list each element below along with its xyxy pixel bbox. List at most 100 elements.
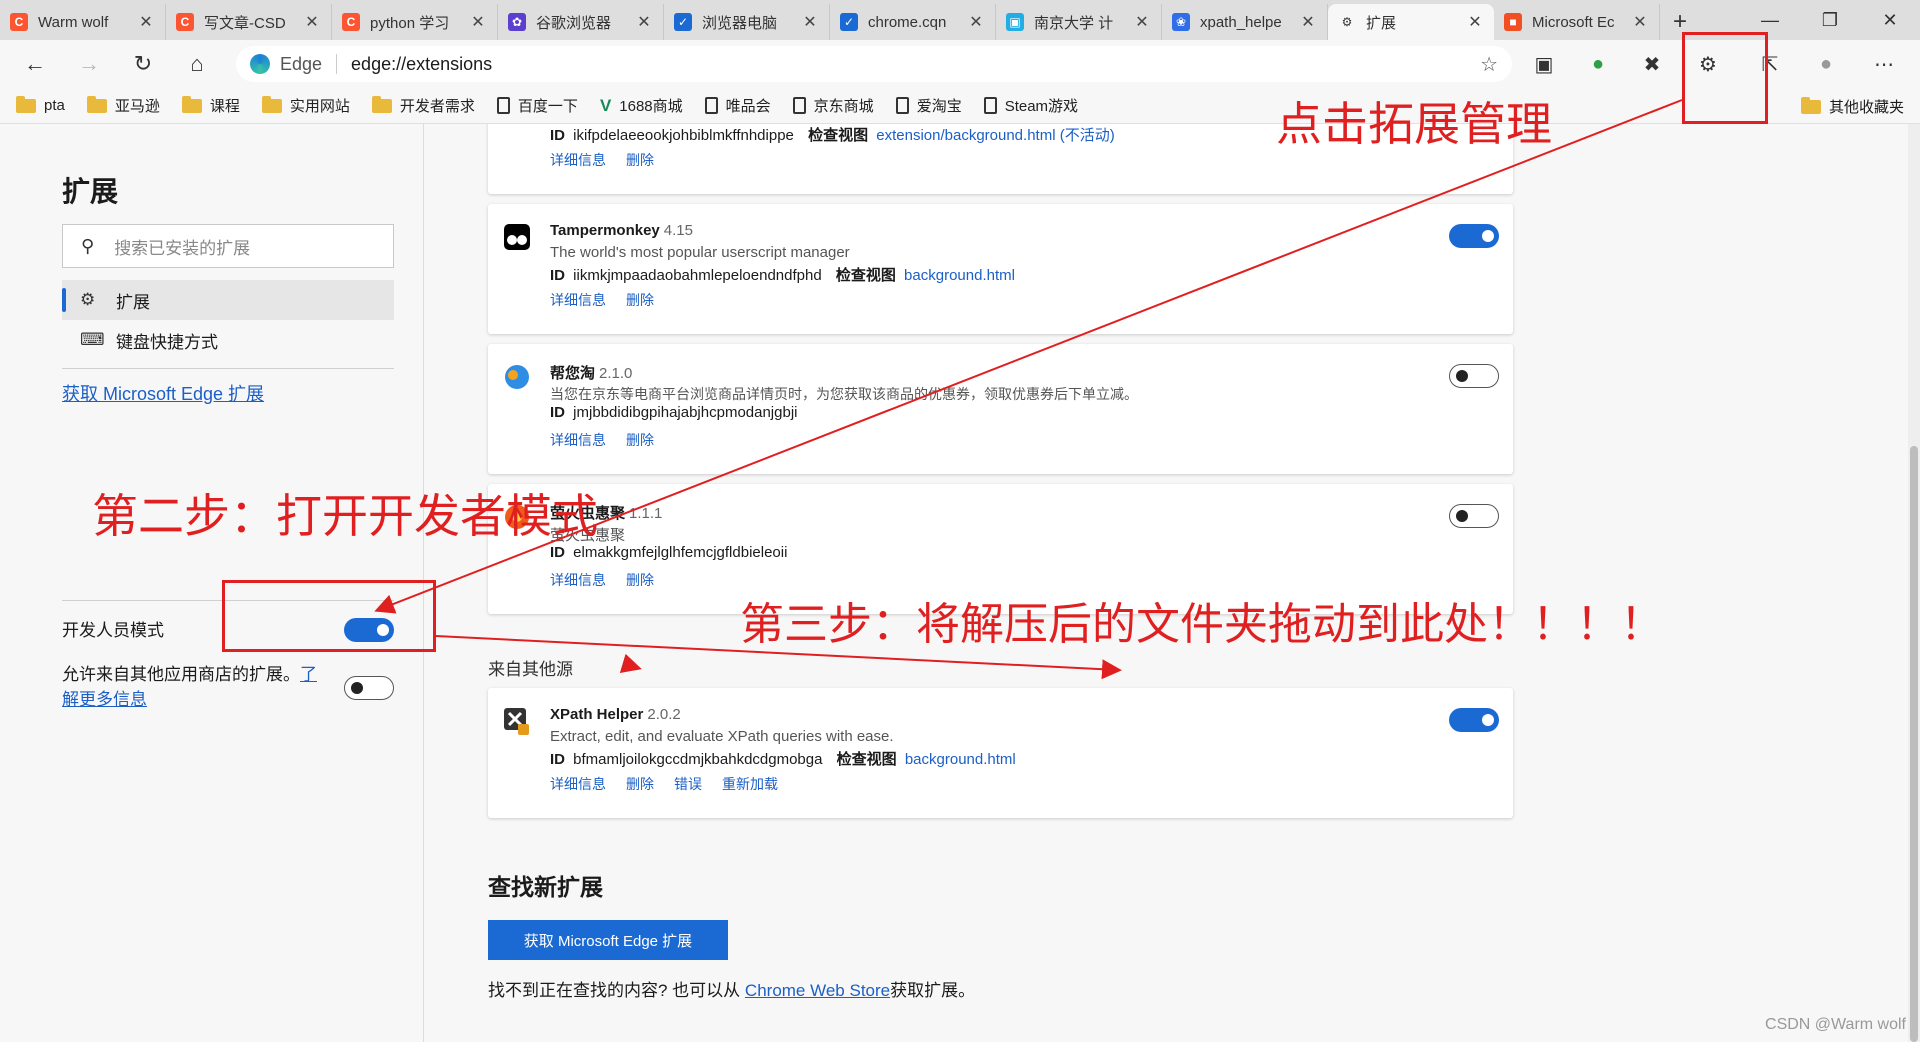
browser-tab[interactable]: C 写文章-CSD ✕ bbox=[166, 4, 332, 40]
close-tab-icon[interactable]: ✕ bbox=[1299, 12, 1317, 32]
chrome-web-store-link[interactable]: Chrome Web Store bbox=[745, 981, 890, 1000]
search-input[interactable]: ⚲ 搜索已安装的扩展 bbox=[62, 224, 394, 268]
baidu-icon: ❀ bbox=[1172, 13, 1190, 31]
close-tab-icon[interactable]: ✕ bbox=[469, 12, 487, 32]
browser-tab[interactable]: ⚙ 扩展 ✕ bbox=[1328, 4, 1494, 40]
sidebar-item-keyboard-shortcuts[interactable]: ⌨ 键盘快捷方式 bbox=[62, 320, 394, 360]
inspect-link[interactable]: extension/background.html (不活动) bbox=[876, 127, 1114, 144]
details-link[interactable]: 详细信息 bbox=[550, 290, 606, 310]
extension-id: bfmamljoilokgccdmjkbahkdcdgmobga bbox=[573, 751, 823, 768]
get-extensions-link[interactable]: 获取 Microsoft Edge 扩展 bbox=[62, 380, 264, 406]
errors-link[interactable]: 错误 bbox=[674, 774, 702, 794]
annotation-step2: 第二步：打开开发者模式 bbox=[92, 489, 598, 543]
bookmark-label: 亚马逊 bbox=[114, 98, 160, 115]
address-brand: Edge bbox=[280, 53, 323, 74]
back-icon[interactable]: ← bbox=[8, 40, 62, 88]
details-link[interactable]: 详细信息 bbox=[550, 430, 606, 450]
browser-tab[interactable]: Cpython 学习 ✕ bbox=[332, 4, 498, 40]
extension-name: 帮您淘 2.1.0 bbox=[550, 362, 632, 383]
close-tab-icon[interactable]: ✕ bbox=[635, 12, 653, 32]
id-label: ID bbox=[550, 751, 565, 768]
collections-icon[interactable]: ▣ bbox=[1526, 46, 1562, 82]
get-edge-extensions-button[interactable]: 获取 Microsoft Edge 扩展 bbox=[488, 920, 728, 960]
extension-toggle[interactable] bbox=[1449, 224, 1499, 248]
extension-version: 2.1.0 bbox=[599, 365, 633, 382]
close-tab-icon[interactable]: ✕ bbox=[137, 12, 155, 32]
xpath-helper-logo-icon bbox=[502, 706, 532, 736]
close-tab-icon[interactable]: ✕ bbox=[1466, 12, 1484, 32]
browser-tab[interactable]: ✿ 谷歌浏览器 ✕ bbox=[498, 4, 664, 40]
bookmark-item[interactable]: 开发者需求 bbox=[371, 95, 475, 116]
reload-link[interactable]: 重新加载 bbox=[722, 774, 778, 794]
main-content: ID ikifpdelaeeookjohbiblmkffnhdippe 检查视图… bbox=[425, 124, 1920, 1042]
close-tab-icon[interactable]: ✕ bbox=[1133, 12, 1151, 32]
remove-link[interactable]: 删除 bbox=[626, 570, 654, 590]
bookmark-label: pta bbox=[44, 97, 65, 114]
bookmark-item[interactable]: 百度一下 bbox=[496, 95, 578, 116]
bookmark-item[interactable]: 爱淘宝 bbox=[895, 95, 962, 116]
tab-label: python 学习 bbox=[370, 14, 450, 32]
remove-link[interactable]: 删除 bbox=[626, 150, 654, 170]
navigation-bar: ← → ↻ ⌂ Edge edge://extensions ☆ ▣ ● ✖ ⚙… bbox=[0, 40, 1920, 88]
search-placeholder: 搜索已安装的扩展 bbox=[114, 238, 251, 258]
bookmark-item[interactable]: Steam游戏 bbox=[983, 95, 1078, 116]
tab-strip: C Warm wolf ✕ C 写文章-CSD ✕ Cpython 学习 ✕ ✿ 谷歌浏览器 ✕ ✓ 浏… bbox=[0, 0, 1920, 40]
bookmark-item[interactable]: 京东商城 bbox=[792, 95, 874, 116]
remove-link[interactable]: 删除 bbox=[626, 290, 654, 310]
extension-toggle[interactable] bbox=[1449, 708, 1499, 732]
scrollbar[interactable] bbox=[1908, 124, 1920, 1042]
extension-toggle[interactable] bbox=[1449, 504, 1499, 528]
more-menu-icon[interactable]: ⋯ bbox=[1866, 46, 1902, 82]
inspect-link[interactable]: background.html bbox=[905, 751, 1016, 768]
browser-tab[interactable]: ✓ 浏览器电脑 ✕ bbox=[664, 4, 830, 40]
bookmark-label: 实用网站 bbox=[289, 98, 350, 115]
extension-toggle[interactable] bbox=[1449, 364, 1499, 388]
remove-link[interactable]: 删除 bbox=[626, 430, 654, 450]
allow-other-stores-toggle[interactable] bbox=[344, 676, 394, 700]
browser-tab[interactable]: ▣ 南京大学 计 ✕ bbox=[996, 4, 1162, 40]
browser-tab[interactable]: ✓ chrome.cqn ✕ bbox=[830, 4, 996, 40]
bookmark-item[interactable]: 亚马逊 bbox=[86, 95, 160, 116]
green-extension-icon[interactable]: ● bbox=[1580, 46, 1616, 82]
browser-tab[interactable]: ❀ xpath_helpe ✕ bbox=[1162, 4, 1328, 40]
close-tab-icon[interactable]: ✕ bbox=[801, 12, 819, 32]
sidebar-item-extensions[interactable]: ⚙ 扩展 bbox=[62, 280, 394, 320]
remove-link[interactable]: 删除 bbox=[626, 774, 654, 794]
address-bar[interactable]: Edge edge://extensions ☆ bbox=[236, 46, 1512, 82]
address-url[interactable]: edge://extensions bbox=[351, 54, 492, 75]
folder-icon bbox=[261, 95, 282, 113]
not-found-after: 获取扩展。 bbox=[890, 981, 976, 1000]
close-tab-icon[interactable]: ✕ bbox=[1631, 12, 1649, 32]
refresh-icon[interactable]: ↻ bbox=[116, 40, 170, 88]
other-favorites[interactable]: 其他收藏夹 bbox=[1800, 96, 1904, 117]
xpath-extension-icon[interactable]: ✖ bbox=[1634, 46, 1670, 82]
vip-icon: V bbox=[599, 95, 612, 115]
address-divider bbox=[336, 54, 338, 74]
details-link[interactable]: 详细信息 bbox=[550, 150, 606, 170]
close-window-button[interactable]: ✕ bbox=[1860, 0, 1920, 40]
forward-icon[interactable]: → bbox=[62, 40, 116, 88]
extension-version: 1.1.1 bbox=[629, 505, 663, 522]
bookmark-item[interactable]: pta bbox=[16, 95, 65, 114]
bookmark-item[interactable]: 唯品会 bbox=[704, 95, 771, 116]
bookmark-label: 课程 bbox=[209, 98, 240, 115]
annotation-step1: 点击拓展管理 bbox=[1276, 97, 1552, 151]
bookmark-item[interactable]: 实用网站 bbox=[261, 95, 350, 116]
close-tab-icon[interactable]: ✕ bbox=[303, 12, 321, 32]
bookmark-item[interactable]: 课程 bbox=[181, 95, 240, 116]
extension-title: XPath Helper bbox=[550, 706, 644, 723]
browser-tab[interactable]: ■ Microsoft Ec ✕ bbox=[1494, 4, 1660, 40]
close-tab-icon[interactable]: ✕ bbox=[967, 12, 985, 32]
tab-label: 扩展 bbox=[1366, 14, 1397, 32]
details-link[interactable]: 详细信息 bbox=[550, 570, 606, 590]
scrollbar-thumb[interactable] bbox=[1910, 446, 1918, 1042]
inspect-link[interactable]: background.html bbox=[904, 267, 1015, 284]
browser-tab[interactable]: C Warm wolf ✕ bbox=[0, 4, 166, 40]
details-link[interactable]: 详细信息 bbox=[550, 774, 606, 794]
bookmark-item[interactable]: V 1688商城 bbox=[600, 95, 683, 116]
home-icon[interactable]: ⌂ bbox=[170, 40, 224, 88]
restore-button[interactable]: ❐ bbox=[1800, 0, 1860, 40]
add-favorite-icon[interactable]: ☆ bbox=[1480, 52, 1498, 77]
profile-avatar-icon[interactable]: ● bbox=[1808, 46, 1844, 82]
extensions-icon: ⚙ bbox=[1338, 13, 1356, 31]
